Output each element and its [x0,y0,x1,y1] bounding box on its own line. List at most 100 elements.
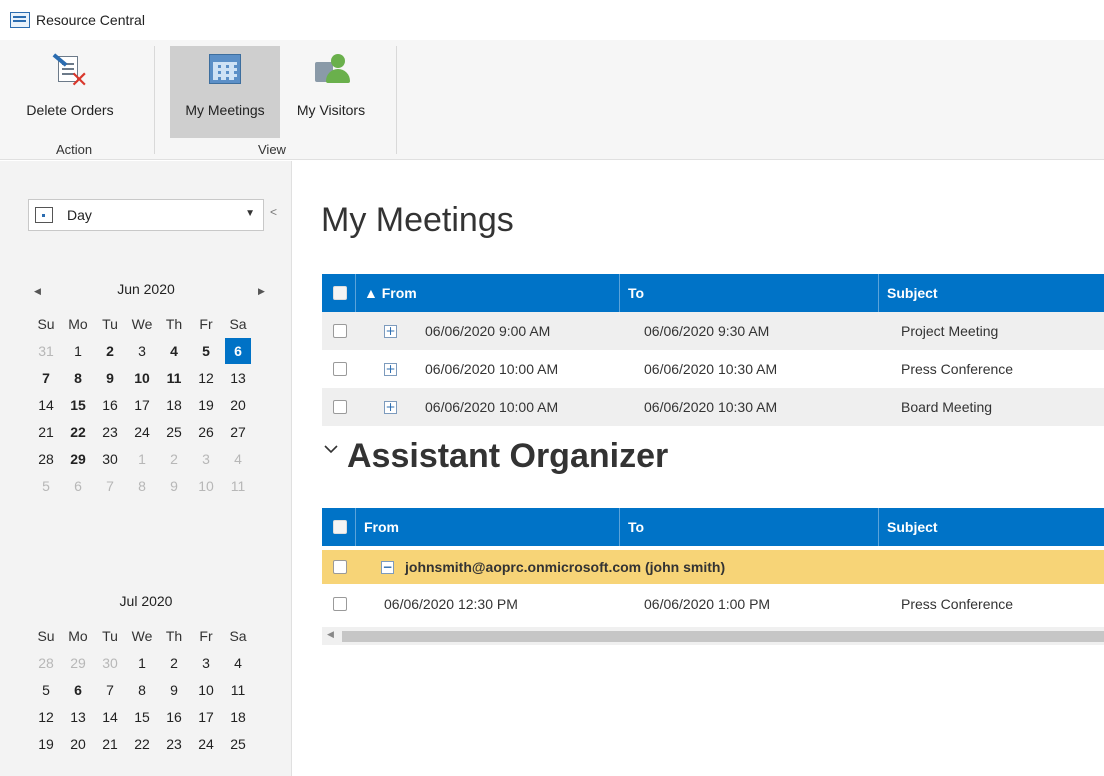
view-mode-dropdown[interactable]: Day ▼ [28,199,264,231]
calendar-day[interactable]: 28 [33,650,59,676]
calendar-day[interactable]: 14 [97,704,123,730]
scrollbar-thumb[interactable] [342,631,1104,642]
expand-icon[interactable]: + [384,363,397,376]
table-row[interactable]: 06/06/2020 12:30 PM 06/06/2020 1:00 PM P… [322,585,1104,623]
calendar-day[interactable]: 19 [193,392,219,418]
column-header-subject[interactable]: Subject [878,274,1104,312]
calendar-day[interactable]: 14 [33,392,59,418]
calendar-day[interactable]: 8 [129,473,155,499]
calendar-day[interactable]: 4 [161,338,187,364]
my-visitors-button[interactable]: My Visitors [286,46,376,138]
calendar-day[interactable]: 28 [33,446,59,472]
calendar-day[interactable]: 22 [129,731,155,757]
calendar-day[interactable]: 10 [193,473,219,499]
calendar-day[interactable]: 12 [33,704,59,730]
calendar-day[interactable]: 3 [193,650,219,676]
calendar-day[interactable]: 12 [193,365,219,391]
calendar-day[interactable]: 7 [97,473,123,499]
prev-month-icon[interactable]: ◀ [34,286,41,297]
calendar-day[interactable]: 1 [129,650,155,676]
calendar-day[interactable]: 24 [193,731,219,757]
select-all-checkbox[interactable] [333,520,347,534]
group-checkbox[interactable] [333,560,347,574]
calendar-day[interactable]: 6 [65,473,91,499]
collapse-icon[interactable]: − [381,561,394,574]
calendar-day[interactable]: 1 [129,446,155,472]
calendar-day[interactable]: 25 [225,731,251,757]
calendar-day[interactable]: 31 [33,338,59,364]
table-row[interactable]: + 06/06/2020 10:00 AM 06/06/2020 10:30 A… [322,388,1104,426]
calendar-day[interactable]: 4 [225,446,251,472]
calendar-day[interactable]: 21 [97,731,123,757]
column-header-subject[interactable]: Subject [878,508,1104,546]
calendar-day[interactable]: 16 [161,704,187,730]
calendar-day[interactable]: 9 [161,677,187,703]
calendar-day[interactable]: 20 [65,731,91,757]
column-header-from[interactable]: ▲ From [355,274,619,312]
calendar-day[interactable]: 25 [161,419,187,445]
calendar-day[interactable]: 22 [65,419,91,445]
calendar-day[interactable]: 10 [129,365,155,391]
calendar-day[interactable]: 11 [225,473,251,499]
column-header-to[interactable]: To [619,274,878,312]
calendar-day[interactable]: 5 [33,677,59,703]
group-row[interactable]: − johnsmith@aoprc.onmicrosoft.com (john … [322,550,1104,584]
calendar-day[interactable]: 13 [65,704,91,730]
calendar-day[interactable]: 20 [225,392,251,418]
calendar-day[interactable]: 11 [225,677,251,703]
calendar-day[interactable]: 10 [193,677,219,703]
horizontal-scrollbar[interactable]: ◀ [322,627,1104,645]
calendar-day[interactable]: 5 [193,338,219,364]
next-month-icon[interactable]: ▶ [258,286,265,297]
calendar-day[interactable]: 23 [97,419,123,445]
calendar-day[interactable]: 4 [225,650,251,676]
calendar-day[interactable]: 26 [193,419,219,445]
calendar-day[interactable]: 21 [33,419,59,445]
row-checkbox[interactable] [333,400,347,414]
chevron-down-icon[interactable] [323,441,339,457]
table-row[interactable]: + 06/06/2020 9:00 AM 06/06/2020 9:30 AM … [322,312,1104,350]
calendar-day[interactable]: 9 [97,365,123,391]
calendar-day[interactable]: 2 [161,446,187,472]
column-header-to[interactable]: To [619,508,878,546]
calendar-day[interactable]: 7 [33,365,59,391]
calendar-day[interactable]: 3 [193,446,219,472]
calendar-day[interactable]: 7 [97,677,123,703]
table-row[interactable]: + 06/06/2020 10:00 AM 06/06/2020 10:30 A… [322,350,1104,388]
calendar-day[interactable]: 18 [225,704,251,730]
calendar-day[interactable]: 15 [65,392,91,418]
calendar-day[interactable]: 2 [161,650,187,676]
calendar-day[interactable]: 30 [97,650,123,676]
row-checkbox[interactable] [333,324,347,338]
calendar-day[interactable]: 17 [129,392,155,418]
calendar-day[interactable]: 5 [33,473,59,499]
calendar-day[interactable]: 13 [225,365,251,391]
calendar-day[interactable]: 30 [97,446,123,472]
calendar-day[interactable]: 8 [129,677,155,703]
delete-orders-button[interactable]: ✕ Delete Orders [22,46,118,138]
expand-icon[interactable]: + [384,325,397,338]
calendar-day[interactable]: 29 [65,446,91,472]
row-checkbox[interactable] [333,362,347,376]
calendar-day[interactable]: 18 [161,392,187,418]
calendar-day[interactable]: 24 [129,419,155,445]
calendar-day[interactable]: 3 [129,338,155,364]
calendar-day[interactable]: 19 [33,731,59,757]
calendar-day[interactable]: 29 [65,650,91,676]
expand-icon[interactable]: + [384,401,397,414]
calendar-day[interactable]: 8 [65,365,91,391]
calendar-day[interactable]: 15 [129,704,155,730]
calendar-day[interactable]: 6 [65,677,91,703]
row-checkbox[interactable] [333,597,347,611]
calendar-day[interactable]: 16 [97,392,123,418]
calendar-day[interactable]: 27 [225,419,251,445]
collapse-pane-icon[interactable]: < [270,205,277,219]
select-all-checkbox[interactable] [333,286,347,300]
scroll-left-icon[interactable]: ◀ [327,629,334,640]
calendar-day[interactable]: 11 [161,365,187,391]
calendar-day[interactable]: 9 [161,473,187,499]
calendar-day[interactable]: 17 [193,704,219,730]
calendar-day[interactable]: 6 [225,338,251,364]
calendar-day[interactable]: 2 [97,338,123,364]
calendar-day[interactable]: 1 [65,338,91,364]
